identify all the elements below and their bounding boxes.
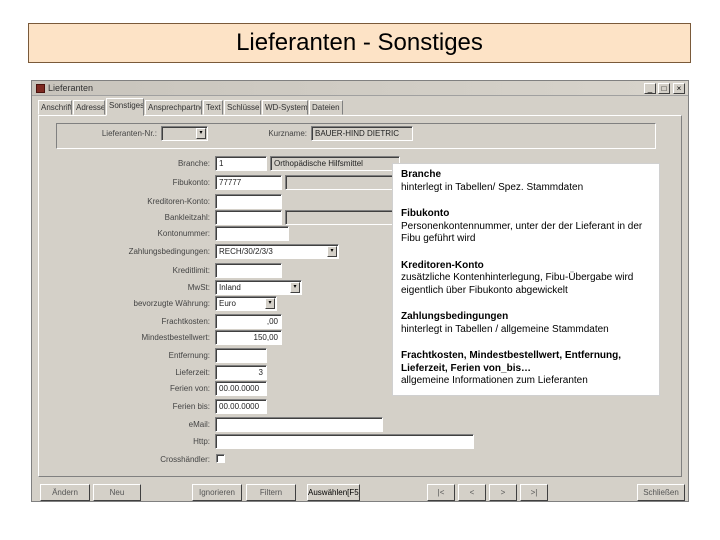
callout-fibukonto: Fibukonto Personenkontennummer, unter de… xyxy=(401,208,651,246)
fibukonto-field[interactable]: 77777 xyxy=(215,175,282,190)
callout-zahlungsbedingungen: Zahlungsbedingungen hinterlegt in Tabell… xyxy=(401,311,651,336)
callout-text: hinterlegt in Tabellen/ Spez. Stammdaten xyxy=(401,181,584,193)
branche-field[interactable]: 1 xyxy=(215,156,267,171)
callout-heading: Fibukonto xyxy=(401,208,450,219)
kreditlimit-field[interactable] xyxy=(215,263,282,278)
bankleitzahl-label: Bankleitzahl: xyxy=(164,213,210,222)
minimize-button[interactable]: _ xyxy=(644,83,656,94)
ignorieren-button[interactable]: Ignorieren xyxy=(192,484,242,501)
ferien-bis-label: Ferien bis: xyxy=(172,402,210,411)
ferien-von-field[interactable]: 00.00.0000 xyxy=(215,381,267,396)
tab-schluessel[interactable]: Schlüssel xyxy=(224,100,261,115)
callout-text: zusätzliche Kontenhinterlegung, Fibu-Übe… xyxy=(401,272,634,296)
fibukonto-label: Fibukonto: xyxy=(172,178,210,187)
bank-name-field xyxy=(285,210,393,225)
kreditoren-konto-field[interactable] xyxy=(215,194,282,209)
tab-ansprechpartner[interactable]: Ansprechpartner xyxy=(145,100,202,115)
callout-heading: Kreditoren-Konto xyxy=(401,259,484,271)
schliessen-button[interactable]: Schließen xyxy=(637,484,685,501)
email-label: eMail: xyxy=(188,420,210,429)
mwst-label: MwSt: xyxy=(187,283,210,292)
short-name-field: BAUER-HIND DIETRIC xyxy=(311,126,413,141)
tab-dateien[interactable]: Dateien xyxy=(309,100,343,115)
kontonummer-label: Kontonummer: xyxy=(157,229,210,238)
supplier-no-label: Lieferanten-Nr.: xyxy=(101,129,157,138)
chevron-down-icon[interactable]: ▾ xyxy=(290,282,300,293)
callout-text: hinterlegt in Tabellen / allgemeine Stam… xyxy=(401,323,609,335)
aendern-button[interactable]: Ändern xyxy=(40,484,90,501)
branche-label: Branche: xyxy=(177,159,210,168)
tab-sonstiges[interactable]: Sonstiges xyxy=(106,98,144,116)
callout-text: allgemeine Informationen zum Lieferanten xyxy=(401,375,588,386)
waehrung-select[interactable]: Euro ▾ xyxy=(215,296,277,311)
mwst-select[interactable]: Inland ▾ xyxy=(215,280,302,295)
window-title: Lieferanten xyxy=(48,83,94,93)
fibukonto-description xyxy=(285,175,393,190)
app-icon xyxy=(36,84,45,93)
ferien-bis-field[interactable]: 00.00.0000 xyxy=(215,399,267,414)
lieferzeit-label: Lieferzeit: xyxy=(175,368,210,377)
callout-kreditoren-konto: Kreditoren-Konto zusätzliche Kontenhinte… xyxy=(401,260,651,298)
callout-allgemeine-infos: Frachtkosten, Mindestbestellwert, Entfer… xyxy=(401,350,651,388)
entfernung-label: Entfernung: xyxy=(168,351,210,360)
callout-heading: Frachtkosten, Mindestbestellwert, Entfer… xyxy=(401,350,622,374)
http-label: Http: xyxy=(193,437,210,446)
first-record-button[interactable]: |< xyxy=(427,484,455,501)
kreditlimit-label: Kreditlimit: xyxy=(172,266,210,275)
filtern-button[interactable]: Filtern xyxy=(246,484,296,501)
tab-text[interactable]: Text xyxy=(203,100,223,115)
chevron-down-icon[interactable]: ▾ xyxy=(196,128,206,139)
supplier-no-field[interactable]: ▾ xyxy=(161,126,208,141)
last-record-button[interactable]: >| xyxy=(520,484,548,501)
callout-text: Personenkontennummer, unter der der Lief… xyxy=(401,220,643,245)
zahlungsbedingungen-label: Zahlungsbedingungen: xyxy=(128,247,210,256)
chevron-down-icon[interactable]: ▾ xyxy=(327,246,337,257)
next-record-button[interactable]: > xyxy=(489,484,517,501)
short-name-label: Kurzname: xyxy=(268,129,307,138)
slide-title: Lieferanten - Sonstiges xyxy=(28,23,691,63)
mindestbestellwert-label: Mindestbestellwert: xyxy=(141,333,210,342)
zahlungsbedingungen-select[interactable]: RECH/30/2/3/3 ▾ xyxy=(215,244,339,259)
ferien-von-label: Ferien von: xyxy=(169,384,210,393)
crosshaendler-checkbox[interactable] xyxy=(216,454,225,463)
kontonummer-field[interactable] xyxy=(215,226,289,241)
tab-anschrift[interactable]: Anschrift xyxy=(38,100,72,115)
lieferzeit-field[interactable]: 3 xyxy=(215,365,267,380)
bankleitzahl-field[interactable] xyxy=(215,210,282,225)
callout-heading: Branche xyxy=(401,169,442,180)
frachtkosten-label: Frachtkosten: xyxy=(161,317,210,326)
http-field[interactable] xyxy=(215,434,474,449)
callout-branche: Branche hinterlegt in Tabellen/ Spez. St… xyxy=(401,169,651,194)
waehrung-label: bevorzugte Währung: xyxy=(133,299,211,308)
explanation-callout: Branche hinterlegt in Tabellen/ Spez. St… xyxy=(392,163,660,396)
mindestbestellwert-field[interactable]: 150,00 xyxy=(215,330,282,345)
frachtkosten-field[interactable]: ,00 xyxy=(215,314,282,329)
callout-heading: Zahlungsbedingungen xyxy=(401,311,509,322)
tab-wd-systeme[interactable]: WD-Systeme xyxy=(262,100,308,115)
crosshaendler-label: Crosshändler: xyxy=(160,455,210,464)
close-button[interactable]: × xyxy=(673,83,685,94)
neu-button[interactable]: Neu xyxy=(93,484,141,501)
maximize-button[interactable]: □ xyxy=(658,83,670,94)
email-field[interactable] xyxy=(215,417,383,432)
tab-adresse[interactable]: Adresse xyxy=(73,100,105,115)
auswaehlen-button[interactable]: Auswählen[F5] xyxy=(307,484,360,501)
kreditoren-konto-label: Kreditoren-Konto: xyxy=(147,197,210,206)
window-titlebar[interactable]: Lieferanten _ □ × xyxy=(32,81,688,96)
entfernung-field[interactable] xyxy=(215,348,267,363)
branche-description: Orthopädische Hilfsmittel xyxy=(270,156,400,171)
chevron-down-icon[interactable]: ▾ xyxy=(265,298,275,309)
previous-record-button[interactable]: < xyxy=(458,484,486,501)
